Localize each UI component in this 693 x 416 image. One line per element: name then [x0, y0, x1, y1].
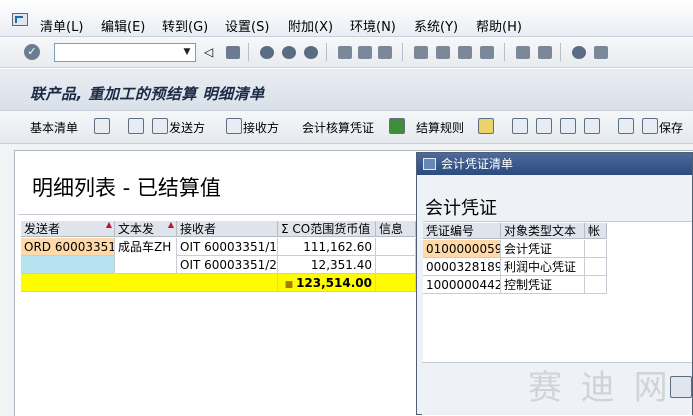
command-field[interactable]: ▼: [54, 43, 196, 62]
column-header-value[interactable]: Σ CO范围货币值: [278, 221, 376, 237]
menu-item-list[interactable]: 清单(L): [40, 16, 83, 35]
find-next-icon[interactable]: [378, 46, 392, 59]
standard-toolbar: ✓ ▼ ◁: [0, 37, 693, 68]
sort-marker-icon: ▲: [167, 221, 174, 229]
table-cell-account[interactable]: [585, 258, 607, 276]
separator: [18, 214, 418, 215]
separator: [326, 43, 327, 61]
table-cell-sender[interactable]: ORD 60003351: [21, 238, 115, 256]
dropdown-arrow-icon[interactable]: ▼: [179, 44, 195, 61]
create-session-icon[interactable]: [516, 46, 530, 59]
save-icon[interactable]: [226, 46, 240, 59]
table-cell-receiver[interactable]: OIT 60003351/2: [177, 256, 278, 274]
total-value: ■ 123,514.00: [278, 274, 376, 292]
total-row-spacer: [21, 274, 278, 292]
find-icon[interactable]: [358, 46, 372, 59]
total-marker-icon: ■: [284, 280, 294, 290]
table-cell-object-type[interactable]: 会计凭证: [501, 240, 585, 258]
menu-item-goto[interactable]: 转到(G): [162, 16, 208, 35]
back-icon[interactable]: [260, 46, 274, 59]
column-header-info[interactable]: 信息: [376, 221, 416, 237]
table-cell-object-type[interactable]: 利润中心凭证: [501, 258, 585, 276]
settlement-icon[interactable]: [389, 118, 405, 134]
sort-marker-icon: ▲: [105, 221, 112, 229]
table-cell-info[interactable]: [376, 256, 416, 274]
menu-item-help[interactable]: 帮助(H): [476, 16, 522, 35]
table-cell-account[interactable]: [585, 276, 607, 294]
subtotal-icon[interactable]: [584, 118, 600, 134]
layout-menu-icon[interactable]: [594, 46, 608, 59]
command-input[interactable]: [57, 44, 175, 61]
menu-item-environment[interactable]: 环境(N): [350, 16, 396, 35]
menu-item-edit[interactable]: 编辑(E): [101, 16, 145, 35]
last-page-icon[interactable]: [480, 46, 494, 59]
popup-footer: [422, 362, 692, 415]
popup-title-bar[interactable]: 会计凭证清单: [417, 153, 692, 175]
first-page-icon[interactable]: [414, 46, 428, 59]
sum-icon[interactable]: [560, 118, 576, 134]
print-icon[interactable]: [338, 46, 352, 59]
table-cell-receiver[interactable]: OIT 60003351/1: [177, 238, 278, 256]
separator: [402, 43, 403, 61]
separator: [560, 43, 561, 61]
filter-icon[interactable]: [536, 118, 552, 134]
basic-list-button[interactable]: 基本清单: [30, 119, 78, 136]
column-header-object-type[interactable]: 对象类型文本: [501, 223, 585, 239]
column-header-sender[interactable]: 发送者 ▲: [21, 221, 115, 237]
cancel-icon[interactable]: [304, 46, 318, 59]
table-cell-object-type[interactable]: 控制凭证: [501, 276, 585, 294]
previous-page-icon[interactable]: [436, 46, 450, 59]
application-toolbar: 基本清单 发送方 接收方 会计核算凭证 结算规则 保存: [0, 110, 693, 144]
table-cell-document-number[interactable]: 0100000059: [423, 240, 501, 258]
popup-window-icon: [423, 158, 436, 170]
save-button[interactable]: 保存: [659, 119, 683, 136]
accounting-doc-button[interactable]: 会计核算凭证: [302, 119, 374, 136]
export-icon[interactable]: [618, 118, 634, 134]
next-page-icon[interactable]: [458, 46, 472, 59]
popup-search-icon[interactable]: [670, 376, 692, 398]
table-cell-sender[interactable]: [21, 256, 115, 274]
exit-icon[interactable]: [282, 46, 296, 59]
sender-icon[interactable]: [152, 118, 168, 134]
table-cell-value[interactable]: 12,351.40: [278, 256, 376, 274]
table-cell-document-number[interactable]: 1000000442: [423, 276, 501, 294]
back-arrow-icon[interactable]: ◁: [204, 46, 218, 59]
receiver-icon[interactable]: [226, 118, 242, 134]
receiver-button[interactable]: 接收方: [243, 119, 279, 136]
separator: [504, 43, 505, 61]
settlement-rule-button[interactable]: 结算规则: [416, 119, 464, 136]
table-cell-document-number[interactable]: 0000328189: [423, 258, 501, 276]
menu-bar: 清单(L) 编辑(E) 转到(G) 设置(S) 附加(X) 环境(N) 系统(Y…: [0, 0, 693, 37]
menu-item-system[interactable]: 系统(Y): [414, 16, 458, 35]
detail-icon[interactable]: [94, 118, 110, 134]
table-cell-text[interactable]: 成品车ZH: [115, 238, 177, 274]
system-menu-icon[interactable]: [12, 13, 28, 26]
popup-heading: 会计凭证: [425, 198, 497, 219]
menu-item-extras[interactable]: 附加(X): [288, 16, 333, 35]
column-header-text[interactable]: 文本发 ▲: [115, 221, 177, 237]
save-layout-icon[interactable]: [642, 118, 658, 134]
shortcut-icon[interactable]: [538, 46, 552, 59]
layout-icon[interactable]: [478, 118, 494, 134]
table-cell-info[interactable]: [376, 238, 416, 256]
total-row-spacer: [376, 274, 416, 292]
sort-ascending-icon[interactable]: [512, 118, 528, 134]
separator: [248, 43, 249, 61]
list-title: 明细列表 - 已结算值: [32, 176, 221, 200]
menu-item-settings[interactable]: 设置(S): [225, 16, 269, 35]
table-cell-value[interactable]: 111,162.60: [278, 238, 376, 256]
enter-icon[interactable]: ✓: [24, 44, 40, 60]
help-icon[interactable]: [572, 46, 586, 59]
column-header-receiver[interactable]: 接收者: [177, 221, 278, 237]
table-cell-account[interactable]: [585, 240, 607, 258]
page-title: 联产品, 重加工的预结算 明细清单: [30, 85, 265, 103]
column-header-account[interactable]: 帐: [585, 223, 607, 239]
column-header-document-number[interactable]: 凭证编号: [423, 223, 501, 239]
sender-button[interactable]: 发送方: [169, 119, 205, 136]
sender-search-icon[interactable]: [128, 118, 144, 134]
popup-title: 会计凭证清单: [441, 157, 514, 171]
